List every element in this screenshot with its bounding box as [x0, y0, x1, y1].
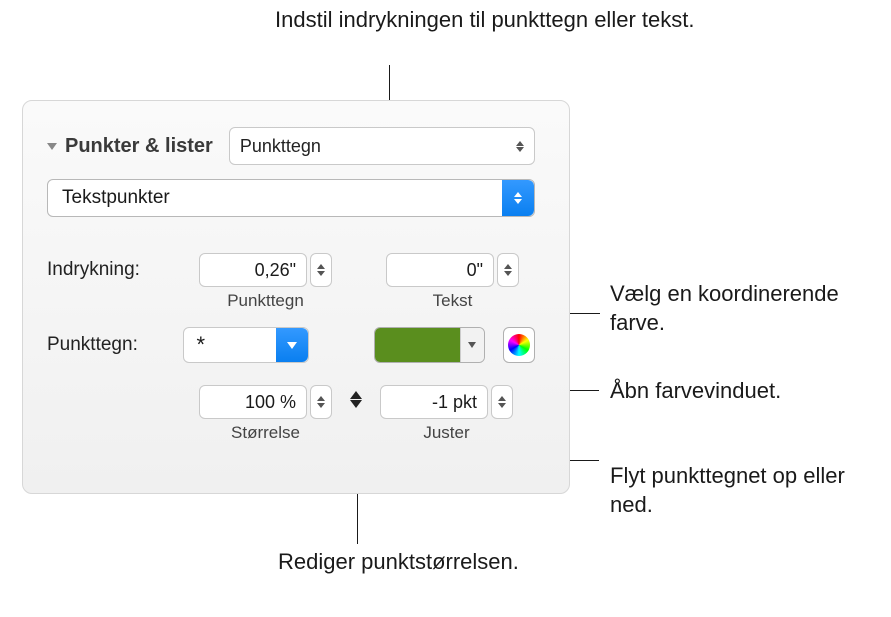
bullet-color-well[interactable]: [374, 327, 484, 363]
stepper-buttons[interactable]: [491, 385, 513, 419]
stepper-buttons[interactable]: [497, 253, 519, 287]
section-disclosure[interactable]: Punkter & lister: [47, 135, 213, 158]
color-swatch: [375, 328, 459, 362]
list-style-popup[interactable]: Punkttegn: [229, 127, 535, 165]
callout-indent: Indstil indrykningen til punkttegn eller…: [275, 6, 694, 35]
bullet-align-value: -1 pkt: [432, 392, 477, 413]
bullet-size-stepper[interactable]: 100 %: [199, 385, 332, 419]
indent-label: Indrykning:: [47, 253, 187, 281]
callout-size: Rediger punktstørrelsen.: [278, 548, 519, 577]
stepper-buttons[interactable]: [310, 253, 332, 287]
bullet-symbol-value: *: [196, 332, 205, 358]
bullet-type-popup[interactable]: Tekstpunkter: [47, 179, 535, 217]
bullet-size-value: 100 %: [245, 392, 296, 413]
indent-bullet-stepper[interactable]: 0,26": [199, 253, 332, 287]
indent-bullet-sublabel: Punkttegn: [199, 291, 332, 311]
callout-color-well: Vælg en koordinerende farve.: [610, 280, 891, 337]
chevron-down-icon: [47, 143, 57, 150]
popup-cap-icon: [502, 180, 534, 216]
select-cap-icon: [276, 328, 308, 362]
list-style-value: Punkttegn: [240, 136, 321, 157]
color-wheel-icon: [508, 334, 530, 356]
color-well-dropdown[interactable]: [460, 328, 484, 362]
bullet-char-label: Punkttegn:: [47, 334, 171, 356]
indent-text-value: 0": [467, 260, 483, 281]
align-sublabel: Juster: [380, 423, 513, 443]
indent-bullet-value: 0,26": [255, 260, 296, 281]
callout-align: Flyt punkttegnet op eller ned.: [610, 462, 891, 519]
size-sublabel: Størrelse: [199, 423, 332, 443]
open-color-picker-button[interactable]: [503, 327, 535, 363]
align-vertical-icon: [344, 391, 368, 408]
indent-text-stepper[interactable]: 0": [386, 253, 519, 287]
bullet-type-value: Tekstpunkter: [62, 187, 170, 209]
leader-line: [599, 313, 600, 314]
bullet-align-stepper[interactable]: -1 pkt: [380, 385, 513, 419]
stepper-buttons[interactable]: [310, 385, 332, 419]
section-title-label: Punkter & lister: [65, 135, 213, 158]
indent-text-sublabel: Tekst: [386, 291, 519, 311]
bullet-symbol-select[interactable]: *: [183, 327, 309, 363]
bullets-lists-panel: Punkter & lister Punkttegn Tekstpunkter …: [22, 100, 570, 494]
updown-icon: [516, 141, 524, 152]
callout-color-picker: Åbn farvevinduet.: [610, 377, 781, 406]
